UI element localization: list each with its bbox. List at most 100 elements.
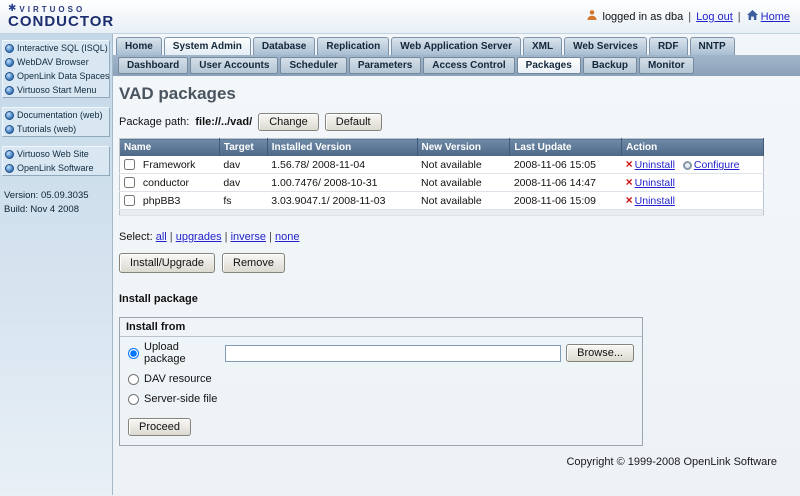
- subtab-packages[interactable]: Packages: [517, 57, 581, 74]
- proceed-button[interactable]: Proceed: [128, 418, 191, 436]
- row-checkbox[interactable]: [124, 195, 135, 206]
- subtab-parameters[interactable]: Parameters: [349, 57, 421, 74]
- configure-link[interactable]: Configure: [694, 159, 740, 171]
- subtab-access-control[interactable]: Access Control: [423, 57, 514, 74]
- row-checkbox[interactable]: [124, 177, 135, 188]
- sidebar-item-label: Interactive SQL (ISQL): [17, 43, 108, 53]
- sidebar-item-documentation[interactable]: Documentation (web): [3, 108, 109, 122]
- package-path-label: Package path:: [119, 116, 189, 128]
- upload-package-label: Upload package: [144, 341, 220, 365]
- dav-resource-radio[interactable]: [128, 374, 139, 385]
- sidebar-item-label: WebDAV Browser: [17, 57, 89, 67]
- main-area: Home System Admin Database Replication W…: [113, 34, 800, 495]
- logout-link[interactable]: Log out: [696, 11, 733, 23]
- upload-package-input[interactable]: [225, 345, 561, 362]
- server-side-file-row: Server-side file: [120, 389, 642, 409]
- tab-database[interactable]: Database: [253, 37, 315, 55]
- home-icon: [746, 9, 759, 24]
- package-target: dav: [219, 174, 267, 192]
- change-button[interactable]: Change: [258, 113, 319, 131]
- sidebar-group-tools: Interactive SQL (ISQL) WebDAV Browser Op…: [2, 40, 110, 98]
- subtab-user-accounts[interactable]: User Accounts: [190, 57, 278, 74]
- version-text: Version: 05.09.3035: [4, 189, 108, 203]
- globe-icon: [5, 125, 14, 134]
- package-new-version: Not available: [417, 156, 510, 174]
- package-last-update: 2008-11-06 14:47: [510, 174, 622, 192]
- browse-button[interactable]: Browse...: [566, 344, 634, 362]
- logo-conductor-text: CONDUCTOR: [8, 14, 114, 29]
- sidebar-item-isql[interactable]: Interactive SQL (ISQL): [3, 41, 109, 55]
- main-tab-bar: Home System Admin Database Replication W…: [113, 34, 800, 55]
- package-name: conductor: [143, 177, 189, 189]
- top-bar: ✱ VIRTUOSO CONDUCTOR logged in as dba | …: [0, 0, 800, 34]
- install-package-title: Install package: [119, 293, 792, 305]
- globe-icon: [5, 150, 14, 159]
- separator: |: [269, 231, 272, 243]
- sidebar-item-label: Documentation (web): [17, 110, 103, 120]
- tab-system-admin[interactable]: System Admin: [164, 37, 251, 55]
- col-header-action: Action: [622, 139, 764, 157]
- logged-in-text: logged in as dba: [603, 11, 684, 23]
- tab-xml[interactable]: XML: [523, 37, 562, 55]
- page-title: VAD packages: [119, 84, 792, 104]
- sidebar-item-label: Tutorials (web): [17, 124, 76, 134]
- sidebar-item-tutorials[interactable]: Tutorials (web): [3, 122, 109, 136]
- table-row: conductor dav 1.00.7476/ 2008-10-31 Not …: [120, 174, 764, 192]
- tab-home[interactable]: Home: [116, 37, 162, 55]
- sidebar-item-virtuoso-site[interactable]: Virtuoso Web Site: [3, 147, 109, 161]
- table-row: phpBB3 fs 3.03.9047.1/ 2008-11-03 Not av…: [120, 192, 764, 210]
- sub-tab-bar: Dashboard User Accounts Scheduler Parame…: [113, 55, 800, 76]
- subtab-dashboard[interactable]: Dashboard: [118, 57, 188, 74]
- sidebar-item-openlink-software[interactable]: OpenLink Software: [3, 161, 109, 175]
- server-side-file-radio[interactable]: [128, 394, 139, 405]
- copyright-text: Copyright © 1999-2008 OpenLink Software: [119, 456, 777, 468]
- uninstall-link[interactable]: Uninstall: [635, 195, 675, 207]
- separator: |: [225, 231, 228, 243]
- package-installed-version: 1.00.7476/ 2008-10-31: [267, 174, 417, 192]
- package-new-version: Not available: [417, 192, 510, 210]
- package-actions: ×Uninstall: [622, 192, 764, 210]
- install-from-header: Install from: [120, 318, 642, 337]
- sidebar-item-label: OpenLink Data Spaces: [17, 71, 110, 81]
- subtab-backup[interactable]: Backup: [583, 57, 637, 74]
- subtab-scheduler[interactable]: Scheduler: [280, 57, 346, 74]
- uninstall-icon: ×: [626, 193, 633, 207]
- sidebar-item-data-spaces[interactable]: OpenLink Data Spaces: [3, 69, 109, 83]
- tab-nntp[interactable]: NNTP: [690, 37, 735, 55]
- col-header-installed-version: Installed Version: [267, 139, 417, 157]
- configure-icon: [683, 161, 692, 170]
- tab-replication[interactable]: Replication: [317, 37, 389, 55]
- package-last-update: 2008-11-06 15:05: [510, 156, 622, 174]
- select-inverse-link[interactable]: inverse: [231, 231, 266, 243]
- tab-web-application-server[interactable]: Web Application Server: [391, 37, 521, 55]
- separator: |: [688, 11, 691, 23]
- package-actions: ×Uninstall: [622, 174, 764, 192]
- default-button[interactable]: Default: [325, 113, 382, 131]
- uninstall-link[interactable]: Uninstall: [635, 159, 675, 171]
- upload-package-row: Upload package Browse...: [120, 337, 642, 369]
- upload-package-radio[interactable]: [128, 348, 139, 359]
- home-link[interactable]: Home: [746, 9, 790, 24]
- package-target: fs: [219, 192, 267, 210]
- sidebar-group-sites: Virtuoso Web Site OpenLink Software: [2, 146, 110, 176]
- install-upgrade-button[interactable]: Install/Upgrade: [119, 253, 215, 273]
- subtab-monitor[interactable]: Monitor: [639, 57, 694, 74]
- select-upgrades-link[interactable]: upgrades: [176, 231, 222, 243]
- col-header-new-version: New Version: [417, 139, 510, 157]
- select-all-link[interactable]: all: [156, 231, 167, 243]
- remove-button[interactable]: Remove: [222, 253, 285, 273]
- packages-table: Name Target Installed Version New Versio…: [119, 138, 764, 216]
- globe-icon: [5, 58, 14, 67]
- package-path-value: file://../vad/: [195, 116, 252, 128]
- sidebar-item-start-menu[interactable]: Virtuoso Start Menu: [3, 83, 109, 97]
- logo: ✱ VIRTUOSO CONDUCTOR: [8, 4, 114, 29]
- sidebar-item-webdav-browser[interactable]: WebDAV Browser: [3, 55, 109, 69]
- tab-web-services[interactable]: Web Services: [564, 37, 647, 55]
- select-none-link[interactable]: none: [275, 231, 299, 243]
- uninstall-link[interactable]: Uninstall: [635, 177, 675, 189]
- user-icon: [586, 9, 598, 24]
- tab-rdf[interactable]: RDF: [649, 37, 688, 55]
- globe-icon: [5, 44, 14, 53]
- server-side-file-label: Server-side file: [144, 393, 217, 405]
- row-checkbox[interactable]: [124, 159, 135, 170]
